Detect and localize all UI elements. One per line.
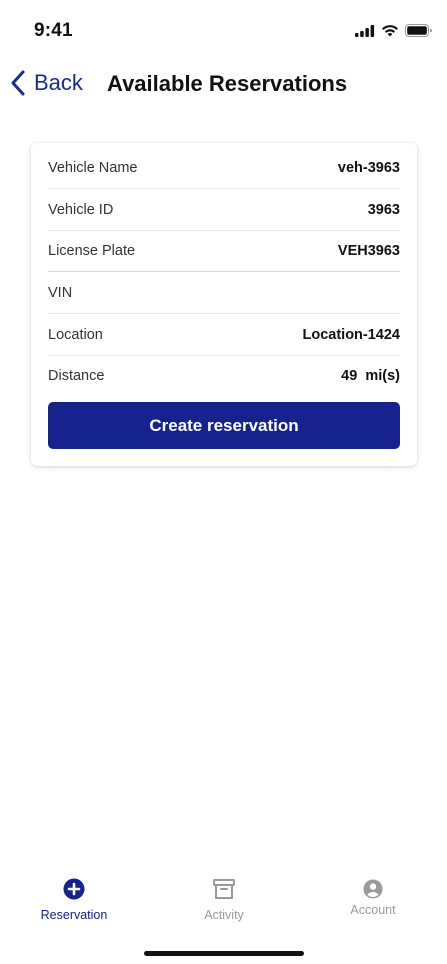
row-value: Location-1424 bbox=[302, 326, 401, 343]
status-icons bbox=[355, 24, 433, 37]
user-circle-icon bbox=[363, 879, 383, 899]
location-row: Location Location-1424 bbox=[48, 314, 400, 355]
back-label: Back bbox=[34, 70, 83, 95]
navigation-bar: Back Available Reservations bbox=[0, 62, 447, 108]
row-label: Distance bbox=[48, 367, 105, 384]
plus-circle-icon bbox=[63, 878, 85, 900]
row-value: 49 mi(s) bbox=[341, 367, 400, 384]
status-time: 9:41 bbox=[34, 20, 73, 41]
cellular-signal-icon bbox=[355, 24, 375, 37]
distance-row: Distance 49 mi(s) bbox=[48, 355, 400, 396]
tab-label: Account bbox=[350, 903, 396, 917]
archive-box-icon bbox=[213, 879, 235, 899]
row-label: VIN bbox=[48, 284, 73, 301]
row-label: License Plate bbox=[48, 242, 136, 259]
tab-label: Reservation bbox=[40, 908, 108, 922]
row-label: Vehicle Name bbox=[48, 159, 138, 176]
row-label: Vehicle ID bbox=[48, 201, 114, 218]
row-value: 3963 bbox=[367, 201, 400, 218]
wifi-icon bbox=[382, 25, 398, 37]
create-reservation-button[interactable]: Create reservation bbox=[48, 402, 400, 449]
status-bar: 9:41 bbox=[0, 0, 447, 62]
back-button[interactable]: Back bbox=[10, 70, 83, 96]
tab-account[interactable]: Account bbox=[313, 879, 433, 917]
row-label: Location bbox=[48, 326, 103, 343]
vehicle-id-row: Vehicle ID 3963 bbox=[48, 189, 400, 230]
tab-bar: Reservation Activity Account bbox=[0, 866, 447, 964]
vehicle-card: Vehicle Name veh-3963 Vehicle ID 3963 Li… bbox=[31, 143, 417, 466]
tab-label: Activity bbox=[204, 908, 244, 922]
license-plate-row: License Plate VEH3963 bbox=[48, 230, 400, 271]
page-title: Available Reservations bbox=[107, 71, 348, 96]
vehicle-name-row: Vehicle Name veh-3963 bbox=[48, 147, 400, 188]
vin-row: VIN bbox=[48, 272, 400, 313]
battery-icon bbox=[405, 24, 432, 37]
chevron-left-icon bbox=[11, 70, 25, 96]
tab-activity[interactable]: Activity bbox=[164, 879, 284, 922]
home-indicator bbox=[144, 951, 304, 956]
tab-reservation[interactable]: Reservation bbox=[14, 878, 134, 922]
row-value: veh-3963 bbox=[337, 159, 400, 176]
row-value: VEH3963 bbox=[337, 242, 400, 259]
